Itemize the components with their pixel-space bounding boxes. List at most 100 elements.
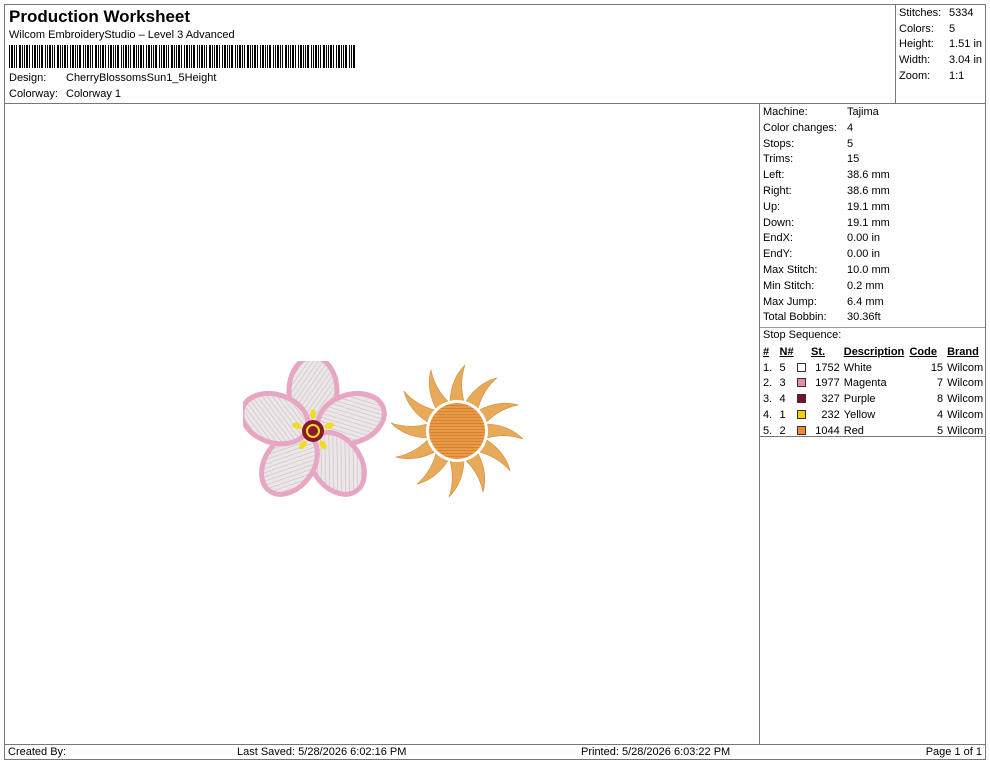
barcode-bar xyxy=(54,45,55,68)
barcode-bar xyxy=(62,45,63,68)
barcode-bar xyxy=(336,45,337,68)
barcode-bar xyxy=(247,45,249,68)
barcode-bar xyxy=(171,45,173,68)
barcode-bar xyxy=(64,45,66,68)
barcode-bar xyxy=(303,45,304,68)
barcode-bar xyxy=(328,45,329,68)
table-row: 1. 5 1752 White 15 Wilcom xyxy=(763,361,984,374)
barcode-bar xyxy=(102,45,104,68)
barcode-bar xyxy=(222,45,223,68)
barcode-bar xyxy=(117,45,119,68)
barcode-bar xyxy=(166,45,167,68)
info-max-jump: Max Jump: 6.4 mm xyxy=(763,295,884,308)
barcode-bar xyxy=(67,45,68,68)
barcode-bar xyxy=(138,45,139,68)
barcode-bar xyxy=(298,45,299,68)
barcode-bar xyxy=(239,45,241,68)
color-swatch xyxy=(797,410,807,420)
info-down: Down: 19.1 mm xyxy=(763,216,890,229)
color-swatch xyxy=(797,362,807,372)
barcode-bar xyxy=(252,45,253,68)
barcode-bar xyxy=(85,45,86,68)
machine-info-list: Machine: Tajima Color changes: 4 Stops: 5 T… xyxy=(763,105,985,326)
col-header-description: Description xyxy=(843,345,905,358)
col-header-number: # xyxy=(763,345,770,358)
embroidery-design-preview xyxy=(243,361,524,498)
table-row: 5. 2 1044 Red 5 Wilcom xyxy=(763,424,984,437)
barcode-bar xyxy=(262,45,264,68)
barcode-bar xyxy=(41,45,43,68)
barcode-bar xyxy=(227,45,228,68)
table-row: 3. 4 327 Purple 8 Wilcom xyxy=(763,393,984,406)
barcode-bar xyxy=(229,45,230,68)
barcode-bar xyxy=(123,45,124,68)
barcode-bar xyxy=(181,45,182,68)
printed-date: Printed: 5/28/2026 6:03:22 PM xyxy=(581,746,731,758)
barcode-bar xyxy=(143,45,144,68)
barcode-bar xyxy=(16,45,17,68)
barcode-bar xyxy=(75,45,76,68)
barcode-bar xyxy=(257,45,258,68)
barcode-bar xyxy=(318,45,319,68)
barcode-bar xyxy=(351,45,352,68)
col-header-swatch xyxy=(797,344,811,360)
summary-width: Width: 3.04 in xyxy=(899,54,983,67)
barcode-bar xyxy=(95,45,97,68)
barcode-bar xyxy=(305,45,306,68)
barcode-bar xyxy=(49,45,51,68)
barcode-bar xyxy=(242,45,243,68)
info-left: Left: 38.6 mm xyxy=(763,169,890,182)
barcode-bar xyxy=(130,45,131,68)
software-subtitle: Wilcom EmbroideryStudio – Level 3 Advanc… xyxy=(9,29,235,41)
stop-sequence-header-row: # N# St. Description Code Brand xyxy=(763,344,985,360)
machine-info-panel: Machine: Tajima Color changes: 4 Stops: 5 T… xyxy=(760,104,985,437)
barcode-bar xyxy=(184,45,185,68)
barcode-bar xyxy=(14,45,15,68)
barcode-bar xyxy=(254,45,256,68)
barcode-bar xyxy=(159,45,160,68)
barcode-bar xyxy=(176,45,177,68)
barcode-bar xyxy=(57,45,59,68)
barcode-bar xyxy=(100,45,101,68)
design-label: Design: xyxy=(9,72,47,84)
barcode-bar xyxy=(168,45,169,68)
stop-sequence: Stop Sequence: # N# St. Description Code… xyxy=(760,327,985,439)
barcode-bar xyxy=(214,45,215,68)
barcode-bar xyxy=(45,45,46,68)
barcode-bar xyxy=(125,45,127,68)
barcode-bar xyxy=(338,45,340,68)
barcode-bar xyxy=(231,45,233,68)
design-name: CherryBlossomsSun1_5Height xyxy=(66,72,217,84)
barcode-bar xyxy=(133,45,135,68)
barcode-bar xyxy=(115,45,116,68)
barcode-bar xyxy=(37,45,38,68)
barcode-bar xyxy=(300,45,302,68)
barcode-bar xyxy=(174,45,175,68)
barcode-bar xyxy=(197,45,198,68)
barcode-bar xyxy=(60,45,61,68)
barcode-bar xyxy=(79,45,81,68)
page-number: Page 1 of 1 xyxy=(925,746,982,758)
barcode-bar xyxy=(280,45,281,68)
stop-sequence-title: Stop Sequence: xyxy=(763,329,842,342)
barcode-bar xyxy=(140,45,142,68)
barcode-bar xyxy=(11,45,13,68)
barcode-bar xyxy=(98,45,99,68)
barcode-bar xyxy=(282,45,283,68)
last-saved: Last Saved: 5/28/2026 6:02:16 PM xyxy=(237,746,407,758)
barcode-bar xyxy=(206,45,207,68)
barcode-bar xyxy=(204,45,205,68)
barcode-bar xyxy=(260,45,261,68)
info-total-bobbin: Total Bobbin: 30.36ft xyxy=(763,311,881,324)
barcode xyxy=(9,45,355,68)
color-swatch xyxy=(797,378,807,388)
barcode-bar xyxy=(265,45,266,68)
summary-zoom: Zoom: 1:1 xyxy=(899,69,965,82)
barcode-bar xyxy=(345,45,347,68)
barcode-bar xyxy=(19,45,21,68)
info-right: Right: 38.6 mm xyxy=(763,184,890,197)
info-machine: Machine: Tajima xyxy=(763,106,879,118)
barcode-bar xyxy=(77,45,78,68)
barcode-bar xyxy=(148,45,150,68)
barcode-bar xyxy=(244,45,245,68)
